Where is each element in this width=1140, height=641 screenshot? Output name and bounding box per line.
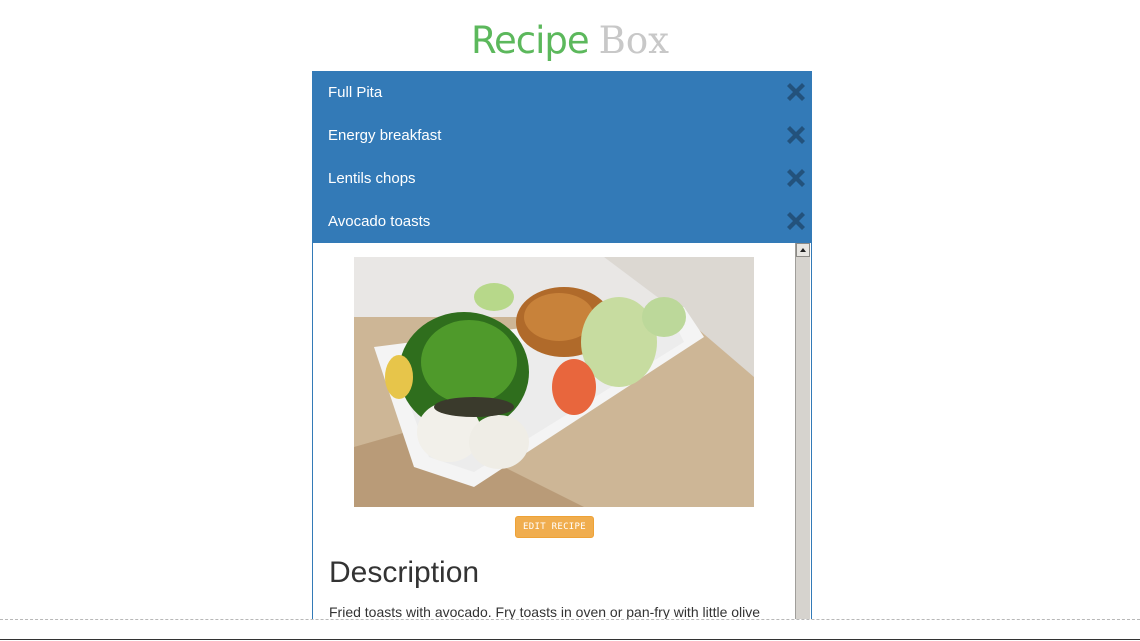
delete-icon[interactable] xyxy=(785,124,807,146)
description-text: Fried toasts with avocado. Fry toasts in… xyxy=(329,604,761,620)
divider xyxy=(0,639,1140,640)
description-heading: Description xyxy=(329,556,480,589)
app-title-primary: Recipe xyxy=(470,19,590,62)
delete-icon[interactable] xyxy=(785,167,807,189)
app-title-secondary: Box xyxy=(598,19,670,62)
recipe-item-energy-breakfast[interactable]: Energy breakfast xyxy=(312,114,812,157)
app-title: Recipe Box xyxy=(0,20,1140,62)
scrollbar[interactable] xyxy=(795,243,810,620)
recipe-name: Lentils chops xyxy=(328,170,416,187)
recipe-item-lentils-chops[interactable]: Lentils chops xyxy=(312,157,812,200)
recipe-name: Avocado toasts xyxy=(328,213,431,230)
recipe-item-avocado-toasts[interactable]: Avocado toasts xyxy=(312,200,812,243)
recipe-detail: EDIT RECIPE Description Fried toasts wit… xyxy=(312,243,812,620)
recipe-name: Energy breakfast xyxy=(328,127,442,144)
delete-icon[interactable] xyxy=(785,210,807,232)
recipe-item-full-pita[interactable]: Full Pita xyxy=(312,71,812,114)
recipe-photo xyxy=(354,257,754,507)
recipe-name: Full Pita xyxy=(328,84,383,101)
recipe-panel: Full Pita Energy breakfast Lentils chops… xyxy=(312,71,812,620)
edit-recipe-button[interactable]: EDIT RECIPE xyxy=(515,516,594,538)
bottom-bar xyxy=(0,619,1140,641)
scroll-up-arrow-icon[interactable] xyxy=(796,243,810,257)
delete-icon[interactable] xyxy=(785,81,807,103)
